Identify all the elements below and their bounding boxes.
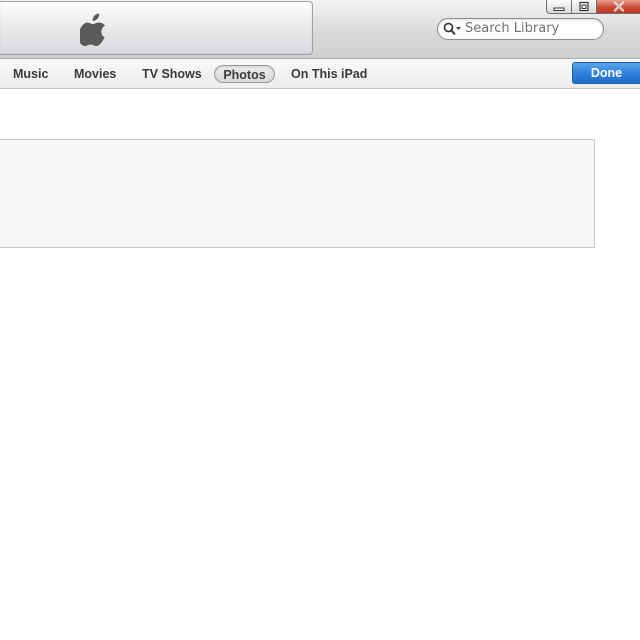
tab-on-this-ipad[interactable]: On This iPad	[291, 65, 367, 83]
tab-movies[interactable]: Movies	[74, 65, 116, 83]
status-display	[0, 1, 313, 55]
search-input[interactable]	[465, 20, 597, 37]
window-controls	[546, 0, 640, 15]
search-box[interactable]	[437, 18, 604, 40]
restore-icon	[579, 1, 589, 12]
nav-bar: Music Movies TV Shows Photos On This iPa…	[0, 59, 640, 89]
minimize-button[interactable]	[546, 0, 572, 14]
close-icon	[613, 1, 624, 12]
tab-photos[interactable]: Photos	[214, 65, 275, 83]
apple-logo-icon	[80, 13, 105, 46]
tab-tv-shows[interactable]: TV Shows	[142, 65, 202, 83]
content-panel	[0, 139, 595, 248]
close-button[interactable]	[597, 0, 640, 14]
minimize-icon	[553, 7, 565, 11]
restore-button[interactable]	[572, 0, 597, 14]
tab-music[interactable]: Music	[13, 65, 48, 83]
title-bar	[0, 0, 640, 59]
search-icon[interactable]	[443, 22, 463, 36]
done-button[interactable]: Done	[572, 62, 640, 84]
